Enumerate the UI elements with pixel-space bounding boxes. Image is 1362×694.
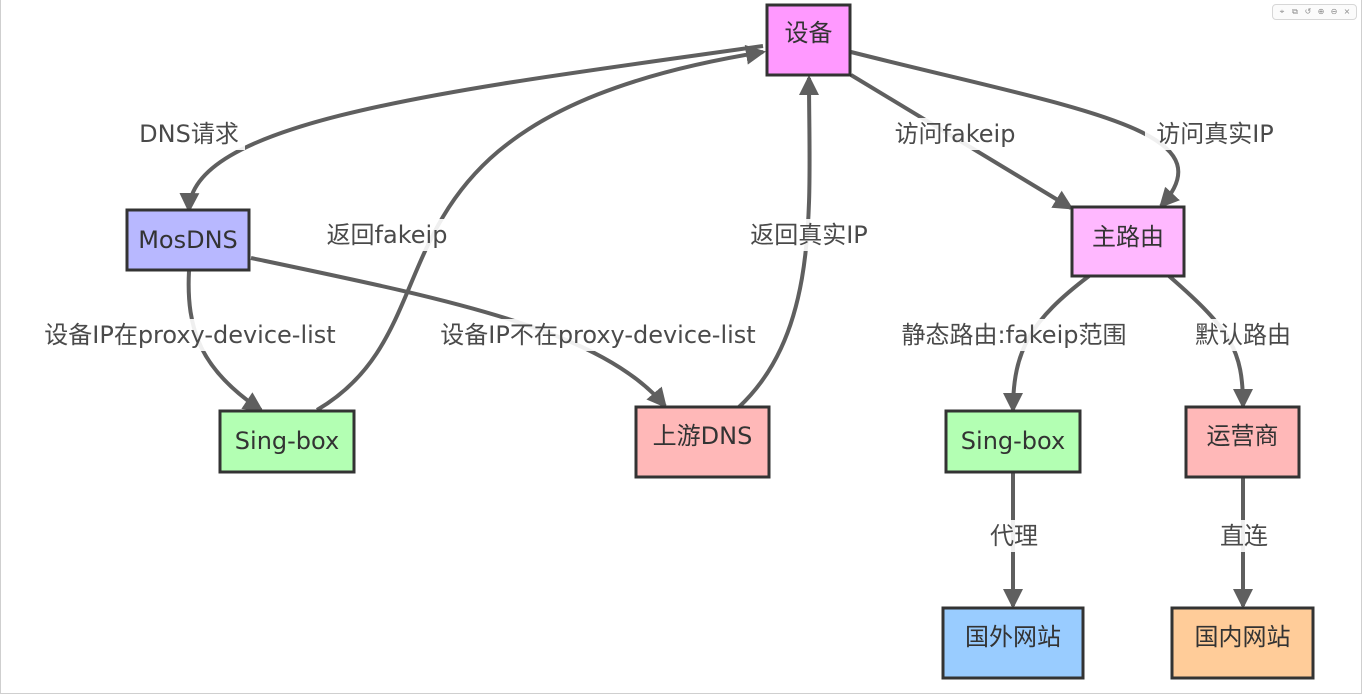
node-main-router[interactable]: 主路由 (1070, 205, 1186, 278)
edge-label-direct: 直连 (1209, 520, 1279, 552)
edge-label-default-route: 默认路由 (1185, 319, 1301, 351)
svg-text:默认路由: 默认路由 (1195, 321, 1291, 349)
flowchart: DNS请求 返回fakeip 返回真实IP 访问fakeip 访问真实IP 设备… (27, 3, 1315, 680)
edge-label-return-real-ip: 返回真实IP (739, 219, 879, 251)
edge-label-proxy: 代理 (979, 520, 1049, 552)
svg-text:代理: 代理 (990, 522, 1038, 550)
node-device[interactable]: 设备 (765, 3, 852, 77)
node-isp[interactable]: 运营商 (1184, 405, 1301, 479)
svg-text:访问真实IP: 访问真实IP (1156, 120, 1274, 148)
zoom-in-icon[interactable]: ⊕ (1316, 8, 1326, 16)
svg-text:MosDNS: MosDNS (138, 226, 238, 254)
svg-text:访问fakeip: 访问fakeip (895, 120, 1016, 148)
reset-icon[interactable]: ↺ (1303, 8, 1313, 16)
diagram-canvas: DNS请求 返回fakeip 返回真实IP 访问fakeip 访问真实IP 设备… (0, 0, 1362, 694)
svg-text:设备: 设备 (785, 19, 833, 47)
pin-icon[interactable]: ⌖ (1277, 8, 1287, 16)
svg-text:Sing-box: Sing-box (235, 427, 339, 455)
copy-icon[interactable]: ⧉ (1290, 8, 1300, 16)
svg-text:直连: 直连 (1220, 522, 1268, 550)
svg-text:返回真实IP: 返回真实IP (750, 221, 868, 249)
svg-text:返回fakeip: 返回fakeip (327, 221, 448, 249)
close-icon[interactable]: × (1342, 8, 1352, 16)
svg-text:DNS请求: DNS请求 (139, 120, 239, 148)
svg-text:运营商: 运营商 (1207, 422, 1279, 450)
svg-text:国外网站: 国外网站 (965, 623, 1061, 651)
node-singbox-proxy[interactable]: Sing-box (944, 409, 1082, 474)
node-domestic-site[interactable]: 国内网站 (1170, 606, 1315, 680)
svg-text:上游DNS: 上游DNS (653, 422, 753, 450)
node-foreign-site[interactable]: 国外网站 (941, 606, 1085, 680)
edge-label-in-proxy-list: 设备IP在proxy-device-list (27, 319, 353, 351)
edge-label-visit-fakeip: 访问fakeip (885, 118, 1025, 150)
svg-text:设备IP不在proxy-device-list: 设备IP不在proxy-device-list (440, 321, 755, 349)
edge-label-static-route: 静态路由:fakeip范围 (883, 319, 1145, 351)
diagram-toolbar: ⌖ ⧉ ↺ ⊕ ⊖ × (1272, 4, 1357, 20)
edge-label-return-fakeip: 返回fakeip (317, 219, 457, 251)
zoom-out-icon[interactable]: ⊖ (1329, 8, 1339, 16)
svg-text:主路由: 主路由 (1092, 223, 1164, 251)
svg-text:Sing-box: Sing-box (961, 427, 1065, 455)
node-upstream-dns[interactable]: 上游DNS (634, 405, 771, 479)
svg-text:国内网站: 国内网站 (1195, 623, 1291, 651)
svg-text:静态路由:fakeip范围: 静态路由:fakeip范围 (902, 321, 1127, 349)
node-singbox-dns[interactable]: Sing-box (218, 409, 356, 474)
edge-label-visit-real-ip: 访问真实IP (1145, 118, 1285, 150)
edge-label-not-in-proxy-list: 设备IP不在proxy-device-list (421, 319, 775, 351)
svg-text:设备IP在proxy-device-list: 设备IP在proxy-device-list (44, 321, 335, 349)
node-mosdns[interactable]: MosDNS (125, 208, 251, 272)
edge-label-dns-request: DNS请求 (133, 118, 245, 150)
